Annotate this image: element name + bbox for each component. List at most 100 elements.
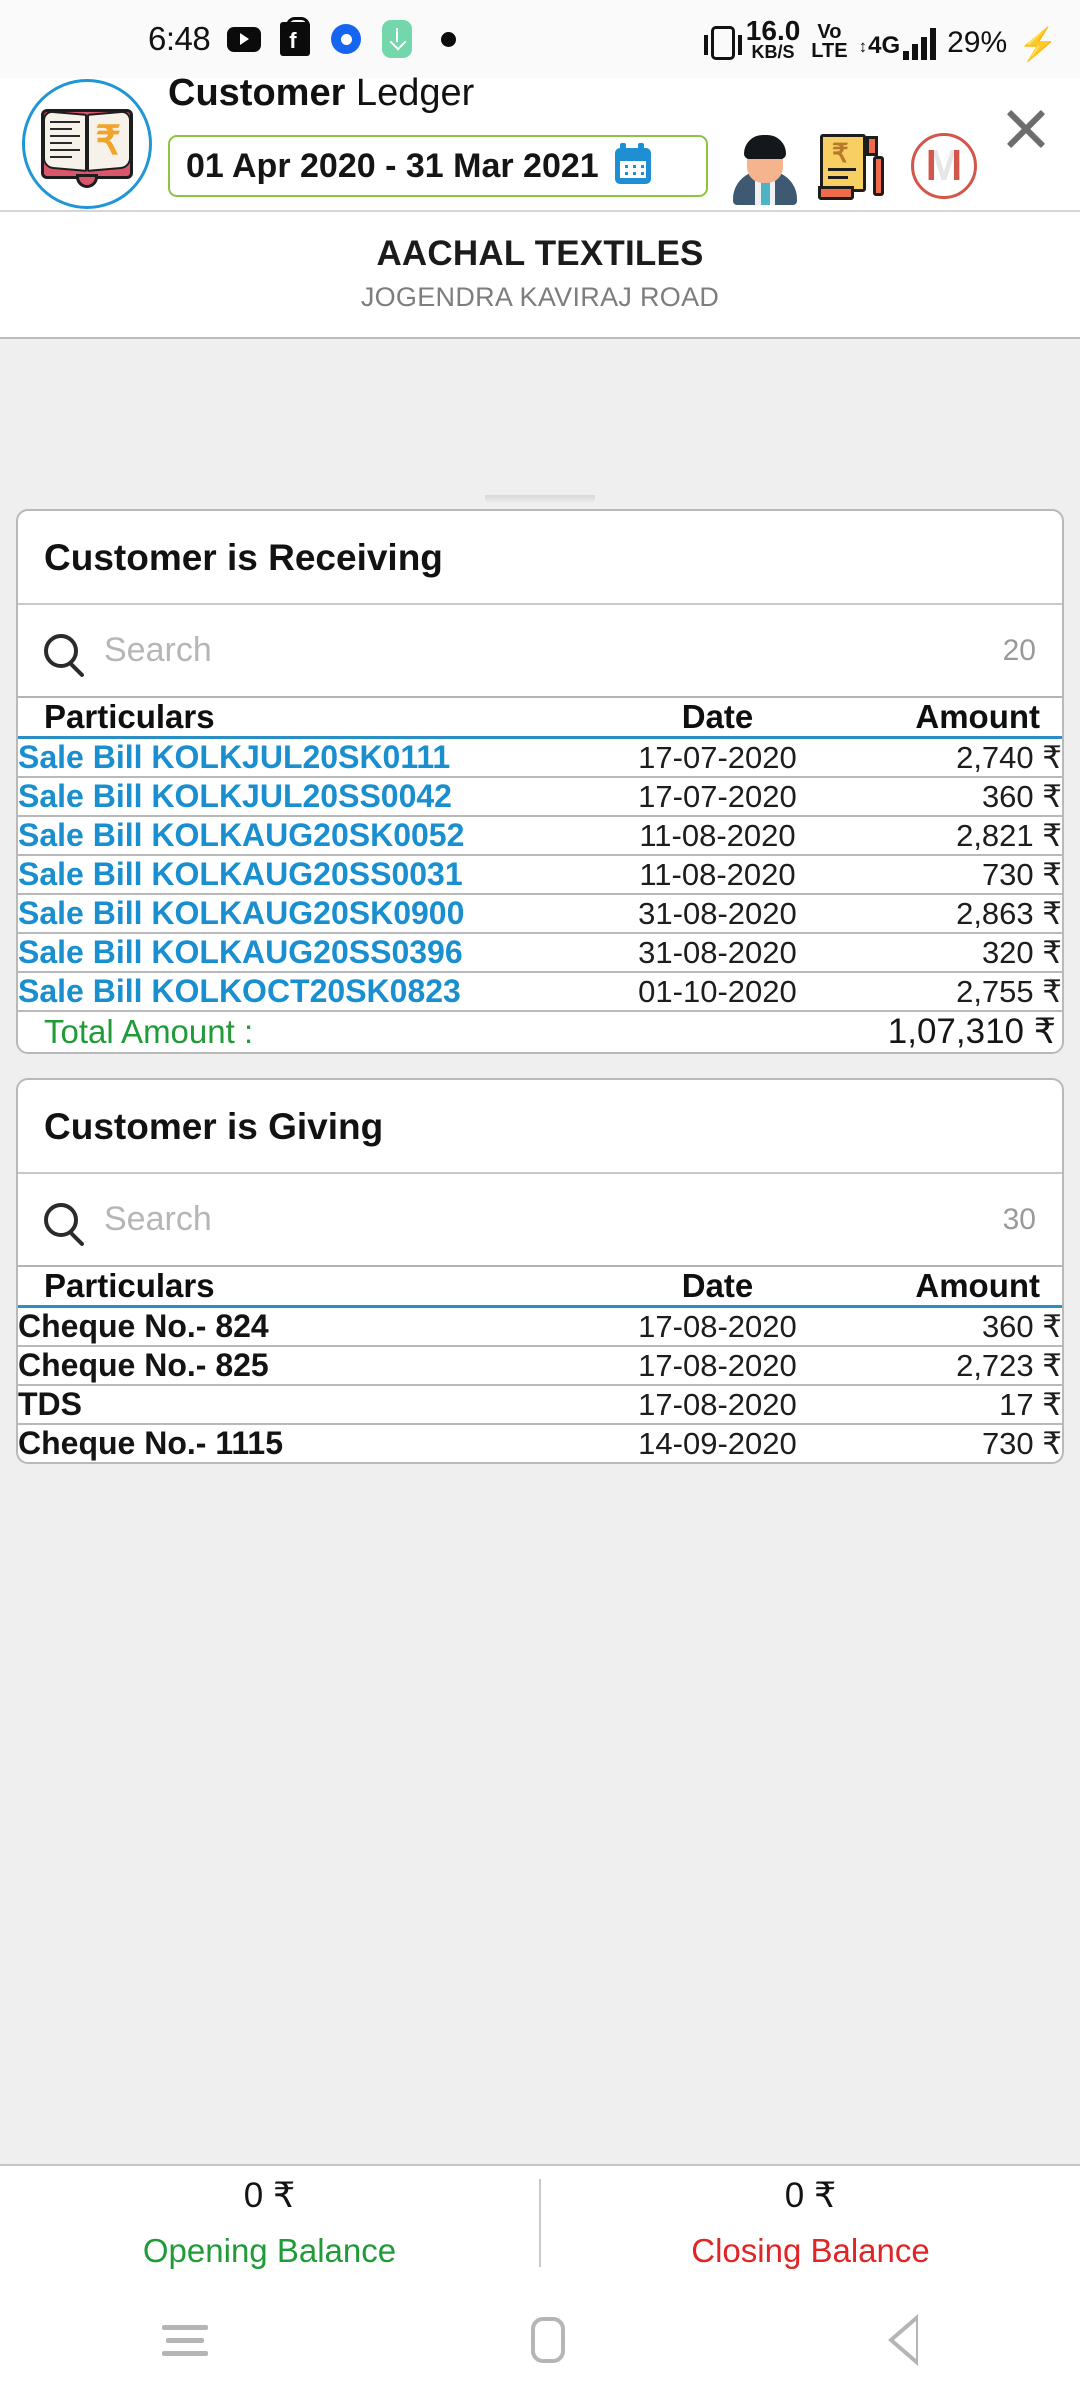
youtube-icon <box>227 22 262 56</box>
receiving-table-header: Particulars Date Amount <box>18 698 1062 738</box>
signal-bars-icon <box>903 28 937 61</box>
charging-bolt-icon: ⚡ <box>1018 26 1058 63</box>
row-amount: 320 ₹ <box>981 934 1062 970</box>
download-icon <box>380 20 414 58</box>
network-speed-unit: KB/S <box>751 41 795 62</box>
row-date: 01-10-2020 <box>638 973 797 1009</box>
column-header-date: Date <box>681 1267 754 1304</box>
back-button[interactable] <box>888 2314 919 2366</box>
receiving-count-badge: 20 <box>1002 633 1036 667</box>
row-date: 11-08-2020 <box>639 856 796 892</box>
row-amount: 2,755 ₹ <box>956 973 1062 1009</box>
data-arrows-icon: ↕ <box>858 36 868 56</box>
row-amount: 730 ₹ <box>981 1425 1062 1461</box>
customer-info: AACHAL TEXTILES JOGENDRA KAVIRAJ ROAD <box>0 210 1080 339</box>
network-speed-value: 16.0 <box>745 14 801 46</box>
row-date: 17-07-2020 <box>638 739 797 775</box>
receiving-total-row: Total Amount : 1,07,310 ₹ <box>18 1011 1062 1052</box>
table-row[interactable]: Sale Bill KOLKAUG20SK0900 31-08-2020 2,8… <box>18 894 1062 933</box>
table-row[interactable]: Sale Bill KOLKJUL20SS0042 17-07-2020 360… <box>18 777 1062 816</box>
receiving-search-row[interactable]: Search 20 <box>18 605 1062 698</box>
header-middle: Customer Ledger 01 Apr 2020 - 31 Mar 202… <box>168 71 1054 215</box>
row-amount: 360 ₹ <box>981 778 1062 814</box>
receiving-table: Particulars Date Amount Sale Bill KOLKJU… <box>18 698 1062 1052</box>
bill-icon: ₹ <box>818 134 884 201</box>
table-row[interactable]: Sale Bill KOLKAUG20SK0052 11-08-2020 2,8… <box>18 816 1062 855</box>
close-icon[interactable] <box>998 100 1054 156</box>
opening-balance-block: 0 ₹ Opening Balance <box>0 2176 539 2270</box>
home-button[interactable] <box>530 2317 565 2363</box>
row-particulars: Cheque No.- 824 <box>18 1308 269 1344</box>
row-particulars[interactable]: Sale Bill KOLKAUG20SK0900 <box>18 894 582 933</box>
closing-balance-label: Closing Balance <box>691 2232 930 2269</box>
column-header-date: Date <box>681 698 754 735</box>
gmail-button[interactable]: M <box>896 118 992 214</box>
total-value: 1,07,310 ₹ <box>887 1012 1056 1051</box>
customer-avatar-icon[interactable] <box>730 127 800 206</box>
volte-top: Vo <box>817 21 842 44</box>
column-header-amount: Amount <box>915 1267 1040 1304</box>
giving-card-title: Customer is Giving <box>18 1080 1062 1174</box>
ledger-scroll-area[interactable]: Customer is Receiving Search 20 Particul… <box>0 495 1080 2164</box>
search-icon <box>44 633 78 668</box>
row-particulars[interactable]: Sale Bill KOLKAUG20SK0052 <box>18 816 582 855</box>
opening-balance-amount: 0 ₹ <box>243 2176 296 2215</box>
calendar-icon[interactable] <box>614 143 651 185</box>
giving-card: Customer is Giving Search 30 Particulars… <box>16 1078 1064 1464</box>
row-amount: 2,740 ₹ <box>956 739 1062 775</box>
table-row[interactable]: Sale Bill KOLKAUG20SS0031 11-08-2020 730… <box>18 855 1062 894</box>
giving-count-badge: 30 <box>1002 1202 1036 1236</box>
table-row[interactable]: Sale Bill KOLKJUL20SK0111 17-07-2020 2,7… <box>18 738 1062 778</box>
header-controls-row: 01 Apr 2020 - 31 Mar 2021 ₹ M <box>168 118 1054 214</box>
row-particulars[interactable]: Sale Bill KOLKAUG20SS0031 <box>18 855 582 894</box>
android-nav-bar <box>0 2280 1080 2400</box>
status-bar-left: 6:48 <box>148 17 465 58</box>
row-particulars[interactable]: Sale Bill KOLKOCT20SK0823 <box>18 972 582 1011</box>
bill-button[interactable]: ₹ <box>800 118 896 214</box>
blue-dot-icon <box>329 22 363 56</box>
app-header: ₹ Customer Ledger 01 Apr 2020 - 31 Mar 2… <box>0 73 1080 210</box>
customer-name: AACHAL TEXTILES <box>376 234 704 273</box>
column-header-amount: Amount <box>915 698 1040 735</box>
table-row[interactable]: Cheque No.- 824 17-08-2020 360 ₹ <box>18 1307 1062 1346</box>
receiving-search-input[interactable]: Search <box>104 631 977 670</box>
table-row[interactable]: Sale Bill KOLKAUG20SS0396 31-08-2020 320… <box>18 933 1062 972</box>
vibrate-icon <box>703 26 742 61</box>
row-date: 31-08-2020 <box>638 934 797 970</box>
date-range-picker[interactable]: 01 Apr 2020 - 31 Mar 2021 <box>168 135 708 198</box>
closing-balance-block: 0 ₹ Closing Balance <box>541 2176 1080 2270</box>
signal-indicator: ↕ 4G <box>858 28 937 61</box>
battery-percent: 29% <box>947 26 1008 60</box>
row-date: 17-07-2020 <box>638 778 797 814</box>
row-particulars[interactable]: Sale Bill KOLKJUL20SK0111 <box>18 738 582 778</box>
row-particulars[interactable]: Sale Bill KOLKAUG20SS0396 <box>18 933 582 972</box>
table-row[interactable]: TDS 17-08-2020 17 ₹ <box>18 1385 1062 1424</box>
network-type-label: ↕ 4G <box>858 32 901 60</box>
date-range-value: 01 Apr 2020 - 31 Mar 2021 <box>186 146 599 185</box>
column-header-particulars: Particulars <box>44 698 215 735</box>
page-title: Customer Ledger <box>168 71 1054 114</box>
row-amount: 2,863 ₹ <box>956 895 1062 931</box>
table-row[interactable]: Cheque No.- 1115 14-09-2020 730 ₹ <box>18 1424 1062 1462</box>
row-amount: 2,723 ₹ <box>956 1347 1062 1383</box>
row-particulars: TDS <box>18 1386 82 1422</box>
row-date: 14-09-2020 <box>638 1425 797 1461</box>
row-date: 11-08-2020 <box>639 817 796 853</box>
table-row[interactable]: Sale Bill KOLKOCT20SK0823 01-10-2020 2,7… <box>18 972 1062 1011</box>
page-title-light: Ledger <box>345 71 475 114</box>
table-row[interactable]: Cheque No.- 825 17-08-2020 2,723 ₹ <box>18 1346 1062 1385</box>
volte-bottom: LTE <box>811 39 848 62</box>
phone-screen: 6:48 16.0 KB/S Vo LTE ↕ 4G <box>0 0 1080 2400</box>
row-particulars[interactable]: Sale Bill KOLKJUL20SS0042 <box>18 777 582 816</box>
scroll-handle <box>485 495 595 504</box>
giving-search-input[interactable]: Search <box>104 1200 977 1239</box>
row-particulars: Cheque No.- 1115 <box>18 1425 283 1461</box>
recent-apps-button[interactable] <box>161 2317 208 2364</box>
receiving-card: Customer is Receiving Search 20 Particul… <box>16 509 1064 1054</box>
header-action-icons: ₹ M <box>726 118 992 214</box>
ledger-book-icon: ₹ <box>22 79 152 209</box>
giving-search-row[interactable]: Search 30 <box>18 1174 1062 1267</box>
row-amount: 17 ₹ <box>999 1386 1062 1422</box>
balance-bar: 0 ₹ Opening Balance 0 ₹ Closing Balance <box>0 2164 1080 2280</box>
gmail-icon: M <box>911 133 977 200</box>
